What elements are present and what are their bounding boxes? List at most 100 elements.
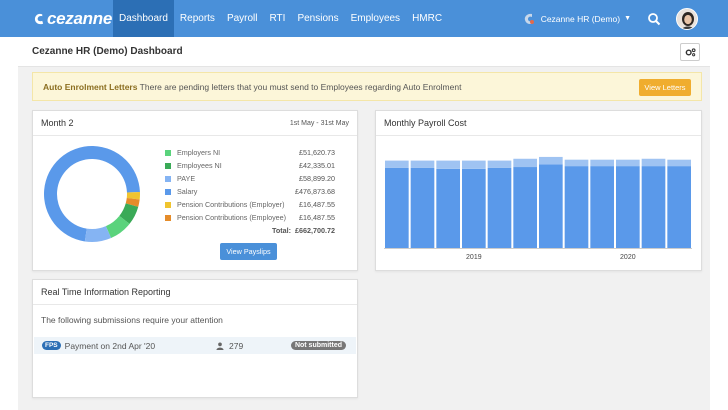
rti-submission-row[interactable]: FPS Payment on 2nd Apr '20 279 Not submi… — [34, 337, 356, 354]
legend-value: £58,899.20 — [299, 174, 335, 183]
legend-item: Employers NI £51,620.73 — [165, 146, 335, 159]
legend-swatch — [165, 188, 171, 195]
dashboard-content: Auto Enrolment Letters There are pending… — [18, 67, 710, 410]
bar-segment — [410, 160, 435, 168]
nav-rti[interactable]: RTI — [264, 0, 292, 37]
x-tick-label: 2019 — [466, 254, 482, 261]
bar-segment — [641, 166, 666, 248]
legend-value: £51,620.73 — [299, 148, 335, 157]
bar-segment — [462, 160, 486, 169]
rti-note: The following submissions require your a… — [41, 315, 223, 325]
status-badge: Not submitted — [290, 341, 346, 350]
legend-item: Employees NI £42,335.01 — [165, 159, 335, 172]
legend-swatch — [165, 214, 171, 221]
bar-segment — [539, 164, 563, 248]
cogs-icon — [685, 47, 696, 56]
legend-swatch — [165, 149, 171, 156]
rti-card-title: Real Time Information Reporting — [41, 287, 171, 297]
bar-segment — [513, 158, 537, 168]
bar-segment — [436, 160, 460, 169]
legend-value: £16,487.55 — [299, 200, 335, 209]
nav-reports[interactable]: Reports — [174, 0, 221, 37]
legend-item: PAYE £58,899.20 — [165, 172, 335, 185]
view-letters-button[interactable]: View Letters — [639, 79, 691, 96]
rti-card: Real Time Information Reporting The foll… — [32, 279, 358, 398]
page-title: Cezanne HR (Demo) Dashboard — [32, 46, 183, 57]
legend-item: Salary £476,873.68 — [165, 185, 335, 198]
legend-label: Salary — [177, 187, 198, 196]
alert-text: Auto Enrolment Letters There are pending… — [43, 82, 461, 92]
bar-segment — [616, 166, 640, 248]
company-logo-icon — [524, 13, 534, 24]
page-header: Cezanne HR (Demo) Dashboard — [18, 37, 710, 67]
nav-payroll[interactable]: Payroll — [221, 0, 264, 37]
total-label: Total: — [271, 226, 292, 235]
nav-employees[interactable]: Employees — [345, 0, 406, 37]
nav-dashboard[interactable]: Dashboard — [113, 0, 174, 37]
alert-message: There are pending letters that you must … — [139, 81, 462, 92]
company-switcher[interactable]: Cezanne HR (Demo) ▼ — [524, 13, 631, 25]
chevron-down-icon: ▼ — [624, 15, 631, 22]
legend-value: £476,873.68 — [295, 187, 335, 196]
legend-swatch — [165, 175, 171, 182]
user-photo-icon — [677, 8, 697, 29]
month-card-header: Month 2 1st May - 31st May — [33, 111, 357, 136]
view-payslips-button[interactable]: View Payslips — [220, 243, 277, 260]
main-nav: Dashboard Reports Payroll RTI Pensions E… — [113, 0, 448, 37]
bar-segment — [385, 167, 409, 248]
bar-segment — [539, 156, 563, 165]
bar-segment — [513, 167, 537, 248]
bar-segment — [487, 167, 512, 248]
brand-logo[interactable]: cezanne — [34, 9, 112, 29]
legend-item: Pension Contributions (Employer) £16,487.… — [165, 198, 335, 211]
monthly-payroll-bar-chart: 2019 2020 — [384, 156, 692, 261]
bar-segment — [641, 158, 666, 167]
top-navigation-bar: cezanne Dashboard Reports Payroll RTI Pe… — [0, 0, 728, 37]
bar-segment — [462, 168, 486, 248]
donut-legend: Employers NI £51,620.73 Employees NI £42,33… — [165, 146, 335, 237]
nav-pensions[interactable]: Pensions — [291, 0, 344, 37]
legend-label: Pension Contributions (Employer) — [177, 200, 285, 209]
payroll-card-header: Monthly Payroll Cost — [376, 111, 701, 136]
bar-segment — [564, 159, 589, 167]
legend-value: £16,487.55 — [299, 213, 335, 222]
x-tick-label: 2020 — [620, 254, 636, 261]
legend-swatch — [165, 162, 171, 169]
bar-segment — [590, 166, 614, 248]
legend-value: £42,335.01 — [299, 161, 335, 170]
bar-segment — [385, 160, 409, 168]
payroll-card-title: Monthly Payroll Cost — [384, 118, 467, 128]
legend-item: Pension Contributions (Employee) £16,487.… — [165, 211, 335, 224]
submission-description: Payment on 2nd Apr '20 — [64, 340, 156, 351]
legend-label: Employers NI — [177, 148, 221, 157]
company-name: Cezanne HR (Demo) — [540, 13, 621, 24]
month-card-title: Month 2 — [41, 118, 74, 128]
bar-segment — [616, 159, 640, 167]
rti-card-header: Real Time Information Reporting — [33, 280, 357, 305]
total-value: £662,700.72 — [295, 226, 335, 235]
legend-label: PAYE — [177, 174, 196, 183]
month-summary-card: Month 2 1st May - 31st May Employers NI £… — [32, 110, 358, 271]
employee-count: 279 — [216, 341, 243, 351]
search-icon[interactable] — [647, 12, 661, 26]
fps-badge[interactable]: FPS — [42, 341, 61, 350]
payroll-breakdown-donut-chart — [44, 146, 140, 242]
month-date-range: 1st May - 31st May — [289, 119, 349, 127]
bar-segment — [667, 166, 691, 248]
user-avatar[interactable] — [676, 7, 698, 30]
monthly-payroll-cost-card: Monthly Payroll Cost 2019 2020 — [375, 110, 702, 271]
alert-title: Auto Enrolment Letters — [43, 81, 138, 92]
bar-segment — [410, 167, 435, 248]
bar-segment — [667, 159, 691, 167]
user-icon — [216, 342, 224, 350]
legend-label: Pension Contributions (Employee) — [177, 213, 287, 222]
auto-enrolment-alert: Auto Enrolment Letters There are pending… — [32, 72, 702, 101]
legend-swatch — [165, 201, 171, 208]
dashboard-settings-button[interactable] — [680, 43, 700, 61]
nav-hmrc[interactable]: HMRC — [406, 0, 448, 37]
cezanne-logo-icon — [34, 13, 44, 24]
bar-segment — [436, 168, 460, 248]
legend-total: Total: £662,700.72 — [165, 224, 335, 237]
bar-segment — [487, 160, 512, 168]
bar-segment — [564, 166, 589, 248]
